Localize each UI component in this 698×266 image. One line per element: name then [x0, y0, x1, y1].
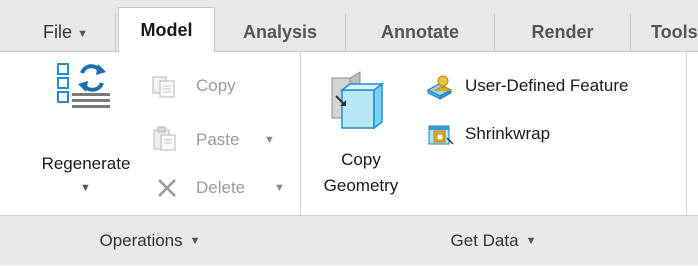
- tab-model-label: Model: [140, 20, 193, 40]
- copy-geometry-icon: [331, 71, 384, 130]
- copy-geometry-label-line2: Geometry: [323, 176, 399, 195]
- shrinkwrap-button[interactable]: Shrinkwrap: [425, 120, 625, 150]
- chevron-down-icon: ▼: [189, 235, 201, 247]
- user-defined-feature-icon: [426, 75, 453, 100]
- operations-group-label: Operations: [99, 231, 183, 250]
- chevron-down-icon: ▼: [80, 182, 91, 194]
- delete-button[interactable]: Delete ▼: [152, 174, 292, 202]
- tab-annotate[interactable]: Annotate: [346, 13, 495, 52]
- copy-icon: [152, 76, 175, 98]
- tab-tools-label: Tools: [651, 22, 698, 42]
- tab-render[interactable]: Render: [495, 13, 631, 52]
- tab-annotate-label: Annotate: [381, 22, 459, 42]
- user-defined-feature-label: User-Defined Feature: [465, 76, 629, 95]
- get-data-group-label: Get Data: [450, 231, 519, 250]
- chevron-down-icon: ▼: [77, 28, 88, 40]
- paste-label: Paste: [196, 130, 240, 149]
- regenerate-label: Regenerate: [41, 154, 131, 173]
- delete-label: Delete: [196, 178, 246, 197]
- operations-group-menu[interactable]: Operations ▼: [0, 216, 300, 266]
- tab-render-label: Render: [531, 22, 594, 42]
- ribbon-tab-strip: File ▼ Model Analysis Annotate Render To…: [0, 0, 698, 53]
- tab-file[interactable]: File ▼: [16, 13, 116, 52]
- ribbon-group-footer: Operations ▼ Get Data ▼: [0, 215, 698, 265]
- tab-model[interactable]: Model: [118, 7, 215, 53]
- close-icon: [158, 179, 176, 197]
- copy-geometry-label-line1: Copy: [341, 150, 381, 169]
- tab-file-label: File: [43, 22, 73, 42]
- paste-icon: [153, 126, 176, 151]
- tab-analysis-label: Analysis: [242, 22, 318, 42]
- copy-geometry-button[interactable]: Copy Geometry: [306, 60, 416, 206]
- chevron-down-icon: ▼: [274, 182, 285, 194]
- copy-label: Copy: [196, 76, 236, 95]
- shrinkwrap-label: Shrinkwrap: [465, 124, 551, 143]
- tab-tools[interactable]: Tools: [631, 13, 698, 52]
- chevron-down-icon: ▼: [525, 235, 537, 247]
- get-data-group-menu[interactable]: Get Data ▼: [301, 216, 686, 266]
- regenerate-button[interactable]: Regenerate ▼: [22, 56, 150, 206]
- chevron-down-icon: ▼: [264, 134, 275, 146]
- user-defined-feature-button[interactable]: User-Defined Feature: [425, 74, 683, 102]
- paste-button[interactable]: Paste ▼: [152, 126, 292, 154]
- tab-analysis[interactable]: Analysis: [215, 13, 346, 52]
- shrinkwrap-icon: [428, 125, 454, 145]
- copy-button[interactable]: Copy: [152, 74, 292, 102]
- regenerate-icon: [57, 63, 110, 108]
